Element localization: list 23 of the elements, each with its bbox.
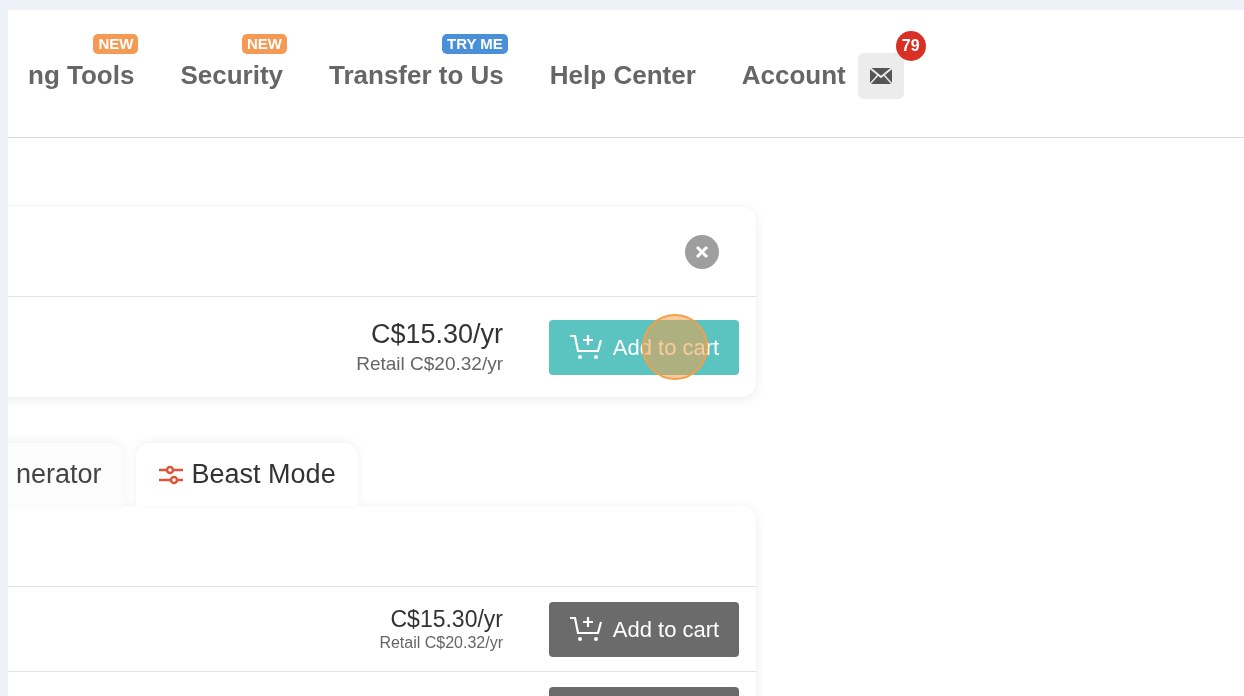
sliders-icon (157, 463, 184, 486)
nav-badge: NEW (93, 33, 139, 54)
add-to-cart-button[interactable]: Add to cart (549, 601, 739, 657)
message-count: 79 (895, 31, 926, 61)
nav-link[interactable]: ng Tools (28, 59, 135, 90)
retail-price: Retail C$20.32/yr (356, 352, 503, 376)
cart-icon (568, 615, 603, 643)
messages-button[interactable] (857, 53, 904, 99)
nav-badge: TRY ME (442, 33, 508, 54)
close-button[interactable] (685, 234, 719, 269)
nav-link[interactable]: Account (741, 59, 846, 90)
cart-icon (568, 333, 603, 361)
price: C$15.30/yr (390, 604, 503, 634)
nav-link[interactable]: Transfer to Us (329, 59, 504, 90)
nav-badge: NEW (242, 33, 287, 54)
nav-link[interactable]: Security (180, 59, 283, 90)
tab[interactable]: Beast Mode (135, 443, 358, 506)
nav-link[interactable]: Help Center (549, 59, 696, 90)
tab[interactable]: nerator (8, 443, 124, 506)
retail-price: Retail C$20.32/yr (379, 633, 503, 654)
price: C$15.30/yr (370, 318, 503, 352)
envelope-icon (868, 67, 893, 85)
close-icon (695, 244, 709, 259)
